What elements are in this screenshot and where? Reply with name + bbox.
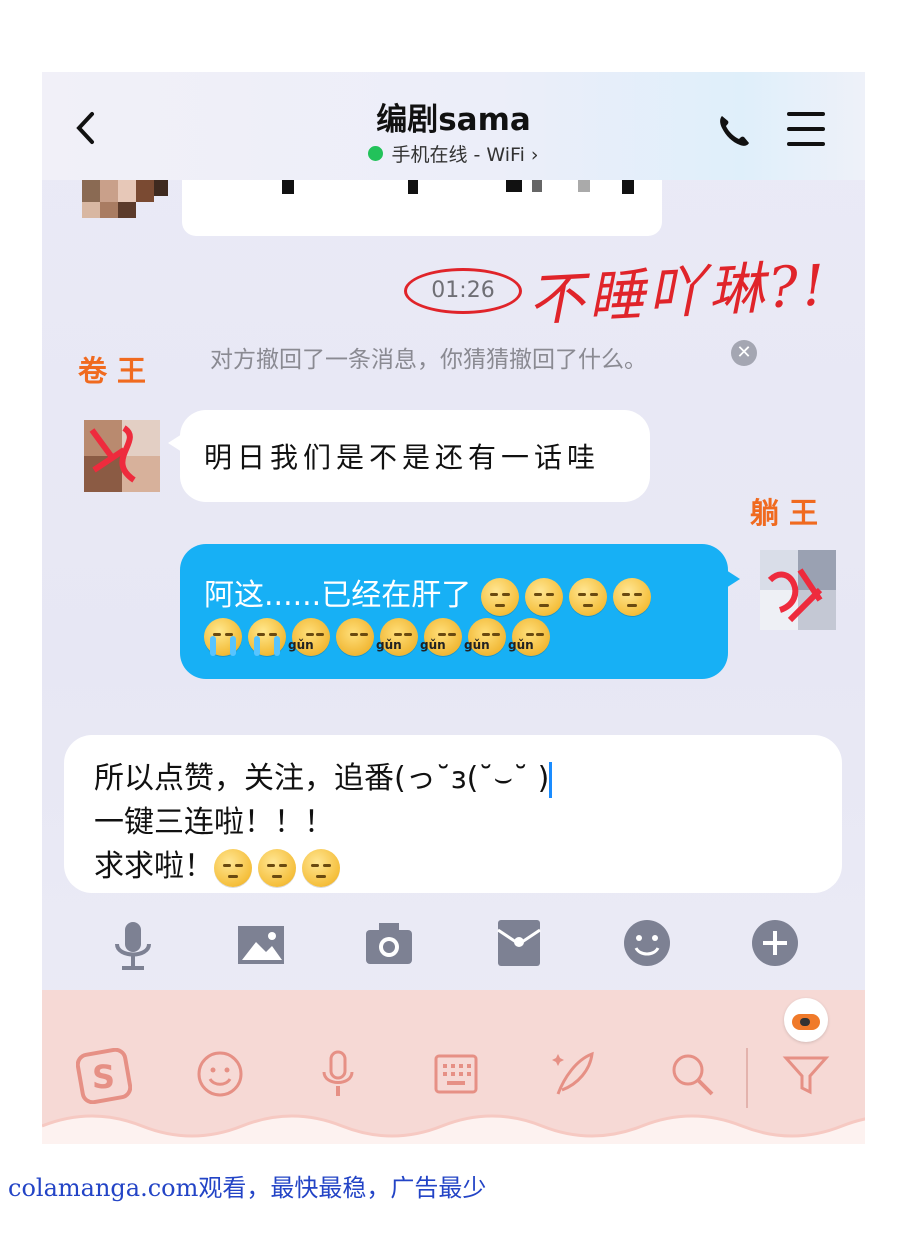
- gun-roll-emoji-icon: gǔn: [464, 618, 506, 656]
- timestamp: 01:26: [404, 268, 522, 314]
- keyboard-wave-decoration: [42, 1114, 865, 1144]
- status-text: 手机在线 - WiFi: [391, 144, 525, 166]
- sent-message-line1: 阿这......已经在肝了: [204, 570, 657, 616]
- crying-emoji-icon: [204, 618, 242, 656]
- sleepy-emoji-icon: [524, 577, 563, 616]
- emoji-icon[interactable]: [622, 918, 672, 968]
- received-message-text: 明日我们是不是还有一话哇: [204, 441, 601, 474]
- sogou-logo-icon[interactable]: S: [75, 1047, 133, 1105]
- ime-mascot-icon[interactable]: [784, 998, 828, 1042]
- gun-roll-emoji-icon: gǔn: [420, 618, 462, 656]
- phone-screen: 编剧sama 手机在线 - WiFi › 01:26 不睡吖琳?! 卷王 对方撤…: [42, 72, 865, 1144]
- microphone-icon[interactable]: [108, 918, 158, 970]
- sleepy-emoji-icon: [568, 577, 607, 616]
- handwritten-annotation: 不睡吖琳?!: [526, 253, 831, 334]
- input-line-1: 所以点赞，关注，追番(っ˘з(˘⌣˘ ): [94, 753, 553, 798]
- red-packet-icon[interactable]: [494, 918, 544, 968]
- ime-keyboard: S: [42, 990, 865, 1144]
- gun-roll-emoji-icon: gǔn: [376, 618, 418, 656]
- avatar-left[interactable]: [84, 420, 160, 492]
- source-footer: colamanga.com观看，最快最稳，广告最少: [8, 1174, 487, 1202]
- keyboard-divider: [746, 1048, 748, 1108]
- input-line-3: 求求啦！: [94, 841, 346, 887]
- image-icon[interactable]: [236, 918, 286, 968]
- chat-header: 编剧sama 手机在线 - WiFi ›: [42, 72, 865, 180]
- plus-icon[interactable]: [750, 918, 800, 968]
- gun-roll-emoji-icon: gǔn: [508, 618, 550, 656]
- crying-emoji-icon: [248, 618, 286, 656]
- sent-message-text: 阿这......已经在肝了: [204, 578, 472, 613]
- microphone-icon[interactable]: [312, 1048, 364, 1100]
- sent-message-line2: gǔn gǔn gǔn gǔn gǔn: [204, 618, 556, 656]
- chevron-right-icon: ›: [530, 144, 539, 166]
- keyboard-icon[interactable]: [430, 1048, 482, 1100]
- user-label-left: 卷王: [78, 354, 157, 388]
- sleepy-emoji-icon: [480, 577, 519, 616]
- svg-text:S: S: [92, 1058, 115, 1096]
- text-caret: [549, 761, 553, 798]
- chat-toolbar: [42, 910, 865, 982]
- input-line-2: 一键三连啦！！！: [94, 805, 334, 840]
- gun-roll-emoji-icon: [336, 618, 374, 656]
- avatar-pixelated-top[interactable]: [82, 180, 172, 224]
- smile-icon[interactable]: [194, 1048, 246, 1100]
- feather-pen-icon[interactable]: [548, 1048, 600, 1100]
- gun-roll-emoji-icon: gǔn: [288, 618, 330, 656]
- filter-icon[interactable]: [780, 1048, 832, 1100]
- avatar-right[interactable]: [760, 550, 836, 630]
- worried-emoji-icon: [302, 848, 340, 887]
- sleepy-emoji-icon: [612, 577, 651, 616]
- sent-message-bubble[interactable]: 阿这......已经在肝了 gǔn gǔn gǔn gǔn gǔn: [180, 544, 740, 679]
- user-label-right: 躺王: [750, 496, 829, 530]
- close-icon[interactable]: ✕: [731, 340, 757, 366]
- recall-notice: 对方撤回了一条消息，你猜猜撤回了什么。: [210, 347, 647, 373]
- online-dot-icon: [368, 146, 384, 161]
- phone-icon[interactable]: [714, 110, 754, 150]
- message-input[interactable]: 所以点赞，关注，追番(っ˘з(˘⌣˘ ) 一键三连啦！！！ 求求啦！: [64, 735, 842, 893]
- worried-emoji-icon: [258, 848, 296, 887]
- search-icon[interactable]: [666, 1048, 718, 1100]
- received-message-bubble[interactable]: 明日我们是不是还有一话哇: [168, 410, 650, 502]
- hamburger-menu-icon[interactable]: [787, 112, 825, 146]
- camera-icon[interactable]: [364, 918, 414, 968]
- redacted-message: [182, 180, 662, 236]
- worried-emoji-icon: [214, 848, 252, 887]
